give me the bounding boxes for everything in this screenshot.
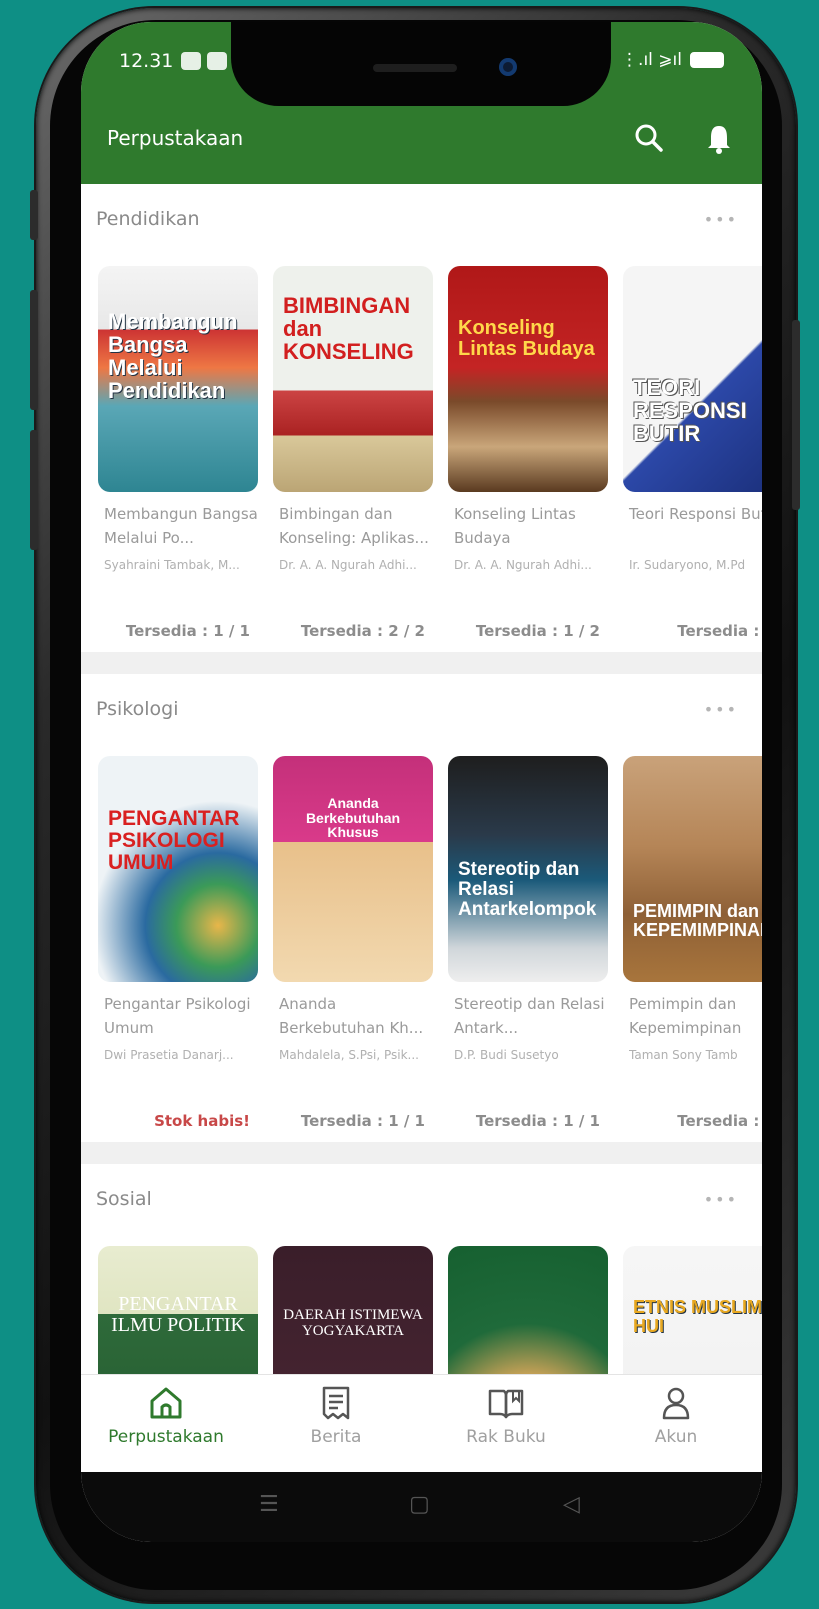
status-right: ⋮.ıl ⩾ıl [621,50,724,70]
news-icon [316,1383,356,1423]
nav-item-rak-buku[interactable]: Rak Buku [421,1383,591,1447]
menu-icon[interactable]: ☰ [259,1492,279,1517]
section-title: Sosial [96,1188,152,1210]
nav-label: Berita [310,1427,362,1447]
status-time: 12.31 [119,50,174,72]
book-cover-title: ETNIS MUSLIM HUI [633,1297,762,1336]
chat-notification-icon [181,52,201,70]
book-cover-title: Ananda Berkebutuhan Khusus [305,795,401,841]
book-cover: PENGANTAR PSIKOLOGI UMUM [98,756,258,982]
book-stock: Tersedia : 1 / 1 [475,1112,600,1130]
section-sosial: Sosial ••• PENGANTAR ILMU POLITIK DAERAH… [81,1164,762,1374]
book-title: Pengantar Psikologi Umum [104,995,251,1037]
book-cover: BIMBINGAN dan KONSELING [273,266,433,492]
book-author: D.P. Budi Susetyo [454,1048,559,1062]
book-title: Ananda Berkebutuhan Kh... [279,995,424,1037]
search-icon[interactable] [629,118,669,158]
section-title: Psikologi [96,698,179,720]
back-icon[interactable]: ◁ [563,1492,580,1517]
section-psikologi: Psikologi ••• PENGANTAR PSIKOLOGI UMUM P… [81,674,762,1142]
book-cover: TEORI RESPONSI BUTIR [623,266,762,492]
book-cover: PEMIMPIN dan KEPEMIMPINAN [623,756,762,982]
book-author: Ir. Sudaryono, M.Pd [629,558,746,572]
book-author: Taman Sony Tamb [629,1048,738,1062]
book-cover-title: TEORI RESPONSI BUTIR [633,375,747,447]
library-content[interactable]: Pendidikan ••• Membangun Bangsa Melalui … [81,184,762,1374]
book-cover: PENGANTAR ILMU POLITIK [98,1246,258,1374]
volume-down-button [30,430,38,550]
camera-icon [499,58,517,76]
more-icon[interactable]: ••• [704,700,738,719]
book-title: Membangun Bangsa Melalui Po... [104,505,258,547]
book-stock: Tersedia : 1 / 2 [475,622,600,640]
page-title: Perpustakaan [107,126,244,150]
speaker [373,64,457,72]
book-stock: Tersedia : 2 / 2 [300,622,425,640]
book-cover: Ananda Berkebutuhan Khusus [273,756,433,982]
book-title: Bimbingan dan Konseling: Aplikas... [279,505,429,547]
nav-label: Rak Buku [466,1427,546,1447]
book-cover-title: PENGANTAR ILMU POLITIK [111,1293,245,1336]
mute-switch [30,190,38,240]
section-pendidikan: Pendidikan ••• Membangun Bangsa Melalui … [81,184,762,652]
account-icon [656,1383,696,1423]
book-cover: DAERAH ISTIMEWA YOGYAKARTA [273,1246,433,1374]
book-author: Dr. A. A. Ngurah Adhi... [454,558,592,572]
book-cover-title: PEMIMPIN dan KEPEMIMPINAN [633,901,762,940]
book-cover: Stereotip dan Relasi Antarkelompok [448,756,608,982]
home-button-icon[interactable]: ▢ [409,1492,430,1517]
book-title: Teori Responsi Butir [629,505,762,523]
nav-item-perpustakaan[interactable]: Perpustakaan [81,1383,251,1447]
book-cover-title: BIMBINGAN dan KONSELING [283,293,414,365]
book-title: Konseling Lintas Budaya [454,505,576,547]
book-cover-title: DAERAH ISTIMEWA YOGYAKARTA [283,1307,423,1339]
signal-icon: ⋮.ıl ⩾ıl [621,50,682,70]
book-stock: Tersedia : 1 [677,1112,762,1130]
power-button [792,320,800,510]
book-author: Syahraini Tambak, M... [104,558,240,572]
book-author: Dwi Prasetia Danarj... [104,1048,234,1062]
book-stock: Tersedia : 1 / 1 [125,622,250,640]
book-stock: Stok habis! [154,1112,250,1130]
bag-notification-icon [207,52,227,70]
book-cover-title: Stereotip dan Relasi Antarkelompok [458,859,597,920]
system-nav-bar: ☰ ▢ ◁ [81,1472,762,1542]
book-cover-title: Membangun Bangsa Melalui Pendidikan [108,309,238,404]
app-bar: 12.31 ⋮.ıl ⩾ıl Perpustakaan [81,22,762,184]
nav-label: Perpustakaan [108,1427,224,1447]
book-cover: ETNIS MUSLIM HUI [623,1246,762,1374]
more-icon[interactable]: ••• [704,210,738,229]
notch [231,22,611,106]
screen: 12.31 ⋮.ıl ⩾ıl Perpustakaan Pendidikan •… [81,22,762,1542]
book-author: Dr. A. A. Ngurah Adhi... [279,558,417,572]
bottom-nav: Perpustakaan Berita Rak Buku Akun [81,1374,762,1472]
book-stock: Tersedia : 1 / 1 [300,1112,425,1130]
book-title: Pemimpin dan Kepemimpinan [629,995,742,1037]
book-cover-title: PENGANTAR PSIKOLOGI UMUM [108,807,240,875]
bell-icon[interactable] [699,118,739,158]
book-cover-title: Konseling Lintas Budaya [458,317,595,360]
nav-item-berita[interactable]: Berita [251,1383,421,1447]
volume-up-button [30,290,38,410]
bookshelf-icon [486,1383,526,1423]
battery-icon [690,52,724,68]
book-title: Stereotip dan Relasi Antark... [454,995,605,1037]
book-author: Mahdalela, S.Psi, Psik... [279,1048,419,1062]
book-cover [448,1246,608,1374]
status-notification-icons [181,52,227,70]
book-cover: Konseling Lintas Budaya [448,266,608,492]
home-icon [146,1383,186,1423]
more-icon[interactable]: ••• [704,1190,738,1209]
section-title: Pendidikan [96,208,200,230]
nav-label: Akun [654,1427,698,1447]
nav-item-akun[interactable]: Akun [591,1383,761,1447]
book-stock: Tersedia : 1 [677,622,762,640]
book-cover: Membangun Bangsa Melalui Pendidikan [98,266,258,492]
